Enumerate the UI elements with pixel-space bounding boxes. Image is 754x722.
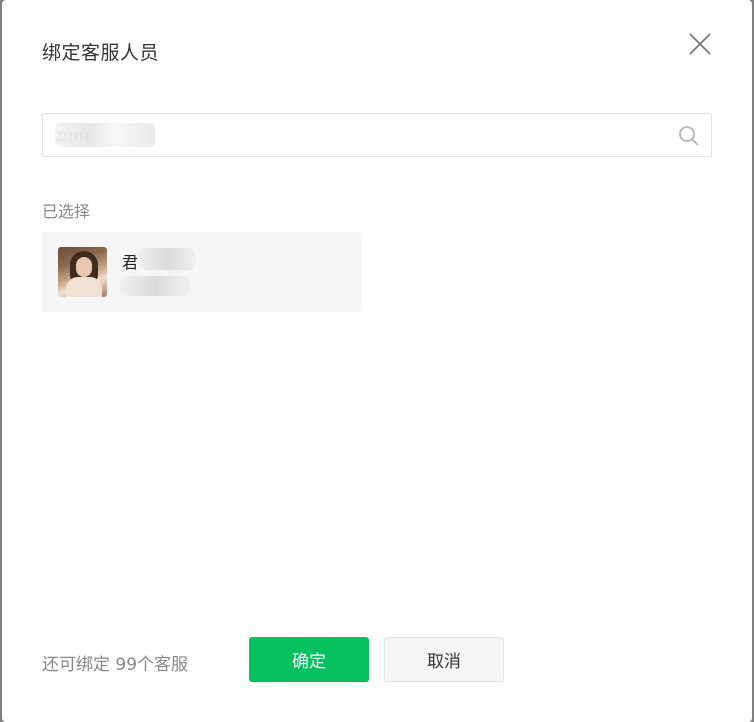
blurred-user-id [120,276,190,296]
close-icon [689,33,711,55]
confirm-button[interactable]: 确定 [249,637,369,682]
selected-label: 已选择 [42,202,91,221]
dialog-title: 绑定客服人员 [42,42,160,64]
blurred-user-name [138,248,196,270]
search-box [42,113,712,157]
search-icon[interactable] [677,124,701,148]
cancel-button[interactable]: 取消 [384,637,504,682]
blurred-search-text [55,123,155,147]
selected-user-card[interactable]: 君 [42,232,362,312]
user-avatar [58,247,107,297]
avatar-body [66,277,102,297]
remaining-bind-count: 还可绑定 99个客服 [42,655,189,675]
bind-customer-service-dialog: 绑定客服人员 已选择 君 还可绑定 99个客服 确定 取消 [2,0,752,722]
user-name: 君 [122,253,139,272]
close-button[interactable] [686,30,714,58]
avatar-face [76,257,92,277]
